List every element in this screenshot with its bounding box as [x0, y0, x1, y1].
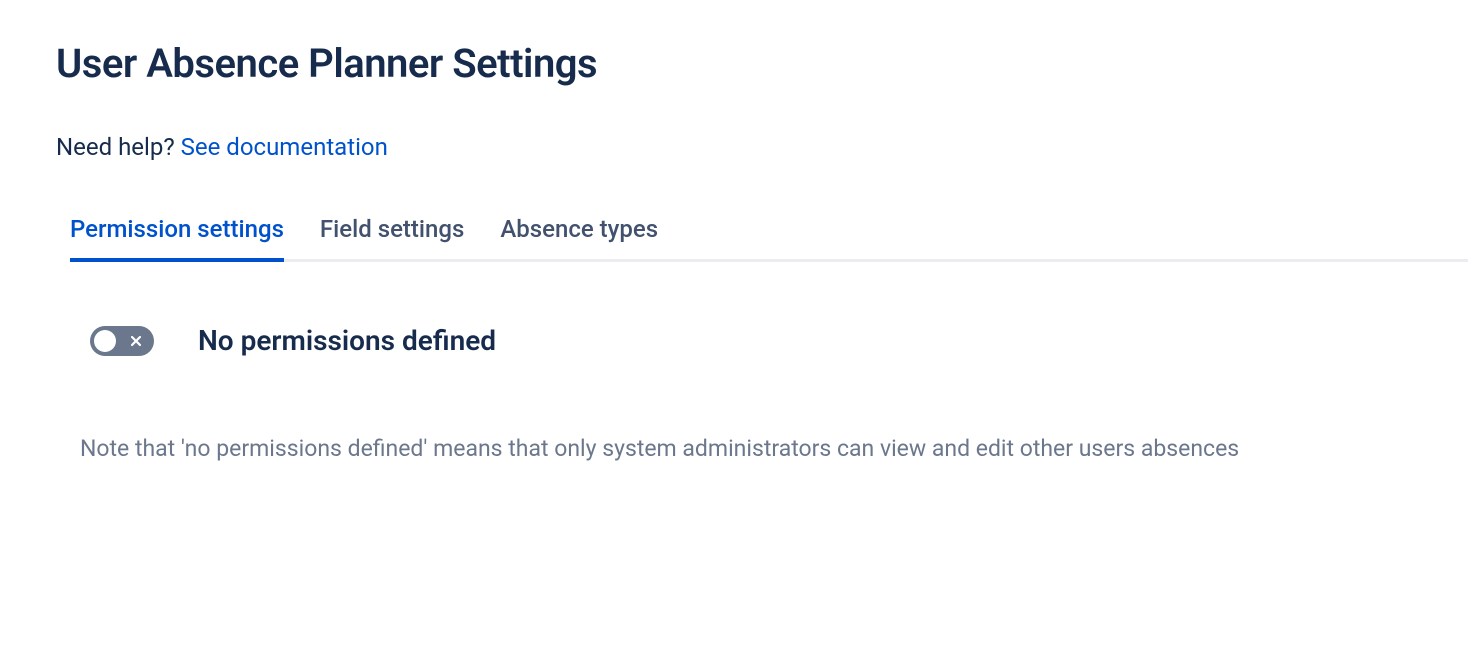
permission-toggle[interactable] [90, 326, 154, 356]
tabs-container: Permission settings Field settings Absen… [70, 215, 1468, 262]
toggle-knob [94, 330, 116, 352]
tab-content: No permissions defined Note that 'no per… [56, 262, 1468, 462]
tab-permission-settings[interactable]: Permission settings [70, 215, 284, 259]
help-prefix: Need help? [56, 133, 181, 161]
documentation-link[interactable]: See documentation [181, 133, 388, 161]
tab-field-settings[interactable]: Field settings [320, 215, 464, 259]
permission-toggle-row: No permissions defined [90, 324, 1468, 357]
close-icon [130, 335, 142, 347]
page-title: User Absence Planner Settings [56, 40, 1468, 87]
tab-absence-types[interactable]: Absence types [500, 215, 658, 259]
permission-note: Note that 'no permissions defined' means… [80, 435, 1468, 462]
permission-toggle-label: No permissions defined [198, 324, 496, 357]
help-row: Need help? See documentation [56, 133, 1468, 161]
